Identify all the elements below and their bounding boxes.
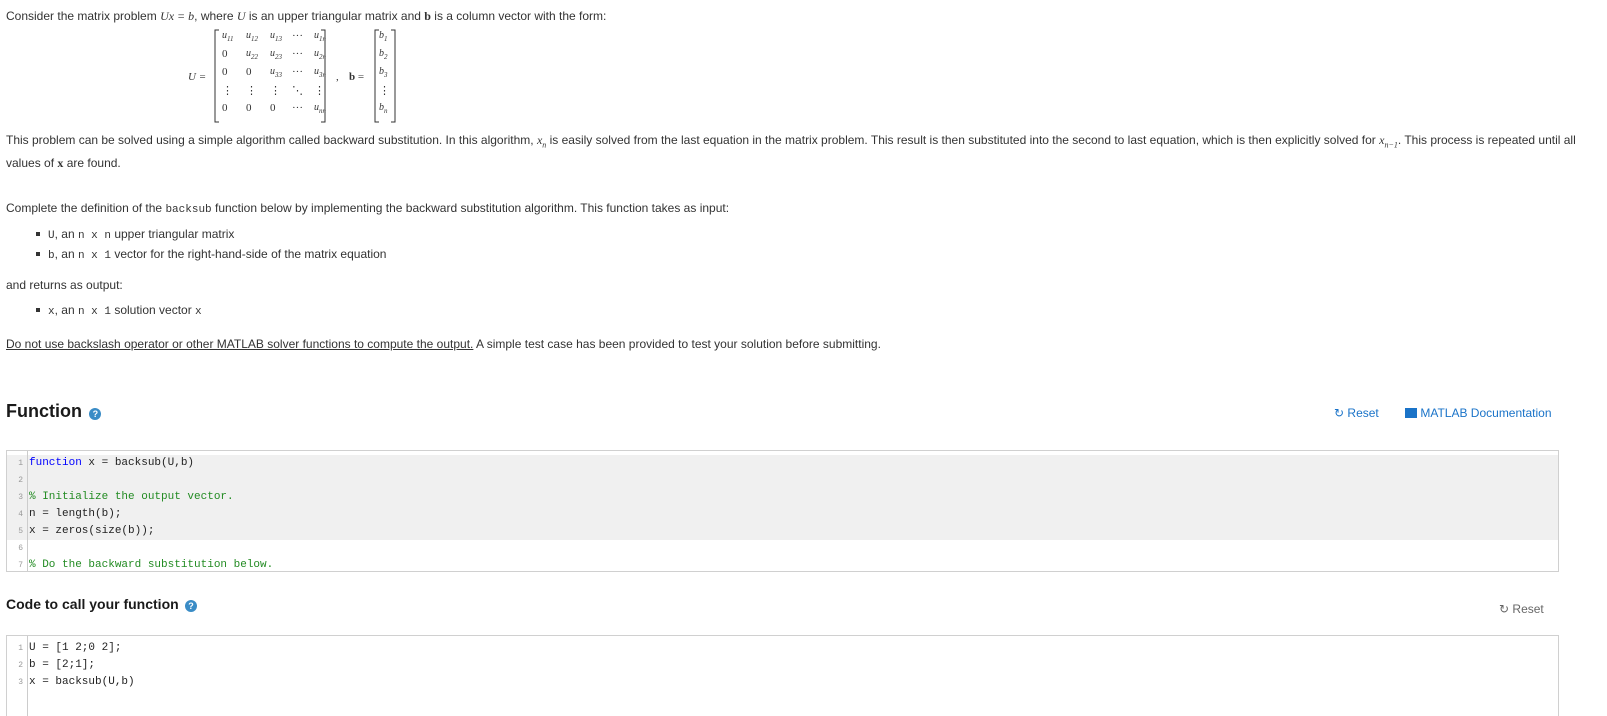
line-number: 1 [18,459,23,468]
code-text: x = backsub(U,b) [29,676,135,688]
code-text: % Do the backward substitution below. [29,559,274,571]
matrix-cell: ⋱ [292,85,303,97]
outputs-label: and returns as output: [6,278,123,292]
matrix-cell: ··· [292,30,303,42]
call-code-editor[interactable]: 1 U = [1 2;0 2]; 2 b = [2;1]; 3 x = backsub(U… [6,635,1559,716]
inputs-list: U, an n x n upper triangular matrix b, a… [34,225,386,265]
code-line[interactable]: 3 x = backsub(U,b) [7,674,1558,691]
matrix-cell: ⋮ [222,85,233,97]
list-item: x, an n x 1 solution vector x [34,301,202,321]
line-number: 2 [18,476,23,485]
matrix-cell: u12 [246,30,258,43]
help-icon[interactable]: ? [185,599,198,612]
matrix-cell: u11 [222,30,234,43]
line-number: 1 [18,644,23,653]
line-number: 7 [18,561,23,570]
paragraph-instructions: Complete the definition of the backsub f… [6,201,730,216]
code-line[interactable]: 1 function x = backsub(U,b) [7,455,1558,472]
matrix-cell: u1n [314,30,326,43]
code-text: function x = backsub(U,b) [29,457,195,469]
code-line[interactable]: 5 x = zeros(size(b)); [7,523,1558,540]
line-number: 6 [18,544,23,553]
comma: , [336,71,339,83]
matrix-cell: 0 [222,66,228,78]
vector-cell: b1 [379,30,388,43]
code-text: U = [1 2;0 2]; [29,642,122,654]
matrix-cell: ··· [292,102,303,114]
function-section-header: Function ? [6,401,102,422]
reset-call-button[interactable]: ↻ Reset [1499,602,1544,616]
outputs-list: x, an n x 1 solution vector x [34,301,202,321]
matrix-cell: 0 [270,102,276,114]
matrix-cell: ⋮ [270,85,281,97]
code-line[interactable]: 6 [7,540,1558,557]
code-line[interactable]: 3 % Initialize the output vector. [7,489,1558,506]
code-line[interactable]: 4 n = length(b); [7,506,1558,523]
matrix-cell: u3n [314,66,326,79]
function-title: Function [6,401,82,421]
help-icon[interactable]: ? [89,407,102,420]
matrix-cell: ⋮ [246,85,257,97]
matrix-cell: 0 [222,102,228,114]
line-number: 4 [18,510,23,519]
vector-cell: bn [379,102,388,115]
call-section-header: Code to call your function ? [6,596,198,612]
matrix-cell: u2n [314,48,326,61]
paragraph-backward-substitution: This problem can be solved using a simpl… [6,133,1576,171]
matrix-cell: 0 [246,66,252,78]
matrix-cell: u23 [270,48,282,61]
matrix-cell: 0 [222,48,228,60]
matrix-cell: u33 [270,66,282,79]
matlab-documentation-link[interactable]: MATLAB Documentation [1405,406,1552,420]
reset-button[interactable]: ↻ Reset [1334,406,1379,420]
list-item: U, an n x n upper triangular matrix [34,225,386,245]
equation: Ux = b [160,9,195,23]
matrix-cell: u22 [246,48,258,61]
reset-icon: ↻ [1499,602,1510,616]
matrix-cell: ··· [292,66,303,78]
list-item: b, an n x 1 vector for the right-hand-si… [34,245,386,265]
vector-cell: ⋮ [379,85,390,97]
matrix-cell: 0 [246,102,252,114]
warning-text: Do not use backslash operator or other M… [6,337,881,351]
matrix-cell: ⋮ [314,85,325,97]
code-line[interactable]: 7 % Do the backward substitution below. [7,557,1558,574]
line-number: 3 [18,678,23,687]
code-line[interactable]: 2 [7,472,1558,489]
code-text: b = [2;1]; [29,659,96,671]
book-icon [1405,408,1417,418]
intro-text: Consider the matrix problem Ux = b, wher… [6,9,607,23]
matrix-display: U = u11 u12 u13 ··· u1n 0 u22 u23 ··· u2n 0 0 u33 ···… [188,28,408,124]
code-text: % Initialize the output vector. [29,491,234,503]
line-number: 2 [18,661,23,670]
function-code-editor[interactable]: 1 function x = backsub(U,b) 2 3 % Initialize… [6,450,1559,572]
code-text: x = zeros(size(b)); [29,525,155,537]
matrix-cell: u13 [270,30,282,43]
vector-cell: b3 [379,66,388,79]
matrix-cell: unn [314,102,326,115]
code-line[interactable]: 2 b = [2;1]; [7,657,1558,674]
line-number: 3 [18,493,23,502]
u-label: U = [188,71,207,83]
code-text: n = length(b); [29,508,122,520]
call-title: Code to call your function [6,596,179,612]
b-label: b = [349,71,365,83]
line-number: 5 [18,527,23,536]
vector-cell: b2 [379,48,388,61]
matrix-cell: ··· [292,48,303,60]
code-line[interactable]: 1 U = [1 2;0 2]; [7,640,1558,657]
reset-icon: ↻ [1334,406,1345,420]
